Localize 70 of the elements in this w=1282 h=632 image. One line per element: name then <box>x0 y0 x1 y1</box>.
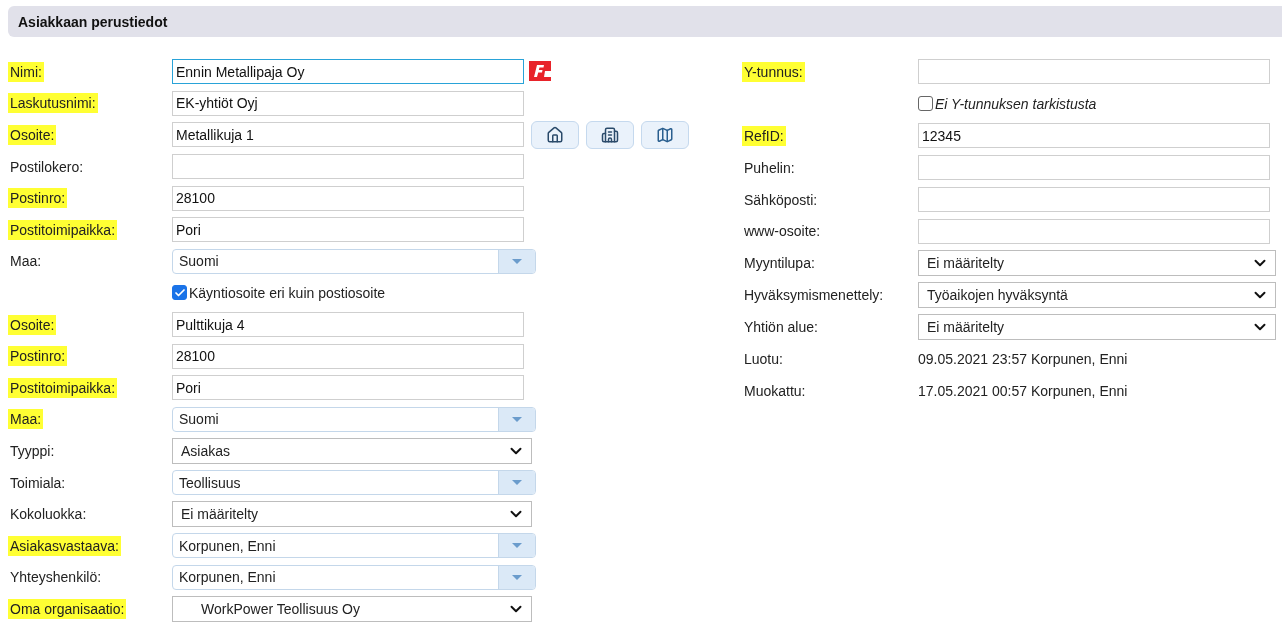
field-label: Sähköposti: <box>743 190 819 210</box>
field-label: Postitoimipaikka: <box>8 219 118 240</box>
field-label: Y-tunnus: <box>742 61 805 82</box>
dropdown-button[interactable] <box>498 407 535 431</box>
checkbox-label: Käyntiosoite eri kuin postiosoite <box>189 284 386 301</box>
combo-field[interactable]: Suomi <box>172 248 536 274</box>
field-label: RefID: <box>742 125 786 146</box>
field-label: Postinro: <box>8 188 68 209</box>
combo-field[interactable]: Teollisuus <box>172 470 536 495</box>
field-label: Yhteyshenkilö: <box>9 568 103 588</box>
input-field[interactable]: EK-yhtiöt Oyj <box>172 90 524 116</box>
input-field[interactable] <box>918 59 1270 85</box>
dropdown-button[interactable] <box>498 565 535 589</box>
house-button[interactable] <box>531 121 579 149</box>
input-field[interactable] <box>172 154 524 180</box>
building-icon <box>601 126 619 144</box>
input-field[interactable] <box>918 187 1270 212</box>
info-text: 09.05.2021 23:57 Korpunen, Enni <box>918 350 1128 367</box>
field-label: Hyväksymismenettely: <box>743 286 885 306</box>
dropdown-button[interactable] <box>498 534 535 558</box>
field-label: Myyntilupa: <box>743 254 816 274</box>
dropdown-button[interactable] <box>498 471 535 494</box>
select-field[interactable]: Työaikojen hyväksyntä <box>918 282 1276 309</box>
field-label: Postinro: <box>8 346 68 367</box>
input-field[interactable]: 28100 <box>172 343 524 369</box>
combo-field[interactable]: Korpunen, Enni <box>172 564 536 590</box>
input-field[interactable]: Ennin Metallipaja Oy <box>172 59 524 85</box>
field-label: Yhtiön alue: <box>743 318 819 338</box>
field-label: Muokattu: <box>743 381 807 401</box>
field-label: Oma organisaatio: <box>8 598 127 619</box>
field-label: Puhelin: <box>743 158 796 178</box>
info-text: 17.05.2021 00:57 Korpunen, Enni <box>918 382 1128 399</box>
field-label: Postitoimipaikka: <box>8 377 118 398</box>
map-icon <box>656 126 674 144</box>
checkbox-label: Ei Y-tunnuksen tarkistusta <box>935 95 1097 112</box>
field-label: Nimi: <box>8 61 44 82</box>
dropdown-button[interactable] <box>498 249 535 273</box>
input-field[interactable]: Pori <box>172 375 524 401</box>
input-field[interactable]: Metallikuja 1 <box>172 122 524 148</box>
input-field[interactable]: 12345 <box>918 123 1270 149</box>
field-label: www-osoite: <box>743 222 822 242</box>
select-field[interactable]: WorkPower Teollisuus Oy <box>172 595 532 622</box>
select-field[interactable]: Ei määritelty <box>918 314 1276 341</box>
input-field[interactable] <box>918 218 1270 244</box>
field-label: Laskutusnimi: <box>8 93 98 114</box>
combo-field[interactable]: Suomi <box>172 406 536 432</box>
house-icon <box>546 126 564 144</box>
input-field[interactable] <box>918 155 1270 181</box>
field-label: Maa: <box>9 252 43 272</box>
building-button[interactable] <box>586 121 634 149</box>
select-field[interactable]: Ei määritelty <box>918 250 1276 277</box>
field-label: Luotu: <box>743 349 784 369</box>
field-label: Toimiala: <box>9 473 67 493</box>
combo-field[interactable]: Korpunen, Enni <box>172 533 536 559</box>
select-field[interactable]: Asiakas <box>172 437 532 464</box>
field-label: Asiakasvastaava: <box>8 535 121 556</box>
field-label: Postilokero: <box>9 157 85 177</box>
field-label: Tyyppi: <box>9 441 56 461</box>
section-header: Asiakkaan perustiedot <box>8 6 1282 37</box>
field-label: Osoite: <box>8 125 57 145</box>
map-button[interactable] <box>641 121 689 149</box>
field-label: Kokoluokka: <box>9 505 88 525</box>
field-label: Maa: <box>8 409 44 430</box>
input-field[interactable]: 28100 <box>172 185 524 211</box>
checkbox[interactable] <box>918 96 933 112</box>
input-field[interactable]: Pori <box>172 217 524 243</box>
select-field[interactable]: Ei määritelty <box>172 501 532 528</box>
field-label: Osoite: <box>8 314 57 335</box>
input-field[interactable]: Pulttikuja 4 <box>172 312 524 338</box>
checkbox[interactable] <box>172 285 187 301</box>
